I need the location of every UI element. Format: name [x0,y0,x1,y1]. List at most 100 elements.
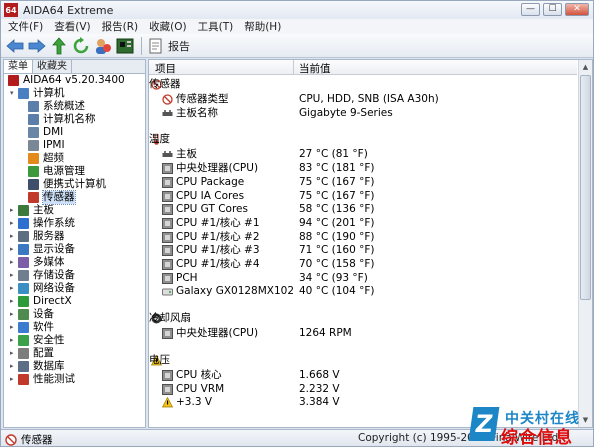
tree-item[interactable]: IPMI [4,139,145,152]
sensor-row[interactable]: CPU GT Cores 58 °C (136 °F) [149,203,577,216]
expand-arrow-icon[interactable]: ▸ [10,285,17,292]
window-title: AIDA64 Extreme [23,3,114,17]
tree-item[interactable]: 系统概述 [4,100,145,113]
tree-item[interactable]: ▸ 网络设备 [4,282,145,295]
maximize-button[interactable]: ☐ [543,3,562,16]
up-button[interactable] [49,36,69,56]
tree-item[interactable]: DMI [4,126,145,139]
sensor-row[interactable]: 中央处理器(CPU) 83 °C (181 °F) [149,162,577,175]
expand-arrow-icon[interactable]: ▸ [10,246,17,253]
scrollbar-thumb[interactable] [580,75,591,300]
forward-button[interactable] [27,36,47,56]
sensor-row[interactable]: CPU Package 75 °C (167 °F) [149,176,577,189]
tree-item[interactable]: ▸ 配置 [4,347,145,360]
section-header[interactable]: 冷却风扇 [149,312,577,325]
tree-item[interactable]: 便携式计算机 [4,178,145,191]
tree-item[interactable]: ▸ 性能测试 [4,373,145,386]
motherboard-button[interactable] [115,36,135,56]
sensor-row[interactable]: CPU #1/核心 #3 71 °C (160 °F) [149,244,577,257]
sensor-row[interactable]: CPU #1/核心 #2 88 °C (190 °F) [149,231,577,244]
expand-arrow-icon[interactable]: ▸ [10,220,17,227]
scroll-up-arrow-icon[interactable]: ▲ [579,60,592,74]
expand-arrow-icon[interactable]: ▸ [10,259,17,266]
tree-item[interactable]: 计算机名称 [4,113,145,126]
tree-item-label: 显示设备 [33,243,75,255]
expand-arrow-icon[interactable]: ▸ [10,233,17,240]
sensor-row[interactable]: CPU IA Cores 75 °C (167 °F) [149,190,577,203]
menu-file[interactable]: 文件(F) [4,19,47,34]
tree-item[interactable]: ▸ 存储设备 [4,269,145,282]
sensor-row[interactable]: 主板名称 Gigabyte 9-Series [149,107,577,120]
tab-favorites[interactable]: 收藏夹 [33,60,72,73]
refresh-icon [73,36,89,53]
tree-item[interactable]: ▸ 主板 [4,204,145,217]
back-button[interactable] [5,36,25,56]
multimedia-icon [18,257,29,268]
menu-bar: 文件(F) 查看(V) 报告(R) 收藏(O) 工具(T) 帮助(H) [1,19,593,34]
tree-item[interactable]: AIDA64 v5.20.3400 [4,74,145,87]
tree-item[interactable]: ▸ 软件 [4,321,145,334]
computer-icon [18,88,29,99]
column-header-value[interactable]: 当前值 [299,61,331,76]
navigation-panel: 菜单 收藏夹 AIDA64 v5.20.3400 ▾ 计算机 系统概述 计算机名称 DMI… [3,59,146,428]
server-icon [18,231,29,242]
sensor-row[interactable]: CPU #1/核心 #4 70 °C (158 °F) [149,258,577,271]
expand-arrow-icon[interactable]: ▸ [10,337,17,344]
user-button[interactable] [93,36,113,56]
tree-item[interactable]: 电源管理 [4,165,145,178]
expand-arrow-icon[interactable]: ▸ [10,363,17,370]
section-title: 电压 [149,353,170,366]
tree-item[interactable]: ▸ 安全性 [4,334,145,347]
column-divider[interactable] [293,60,294,74]
column-header-item[interactable]: 项目 [155,61,176,76]
menu-favorites[interactable]: 收藏(O) [145,19,190,34]
expand-arrow-icon[interactable]: ▸ [10,207,17,214]
sensor-row[interactable]: CPU 核心 1.668 V [149,369,577,382]
section-header[interactable]: 电压 [149,354,577,367]
report-button[interactable]: 报告 [148,38,190,54]
tree-item[interactable]: ▸ 设备 [4,308,145,321]
expand-arrow-icon[interactable]: ▸ [10,350,17,357]
tab-menu[interactable]: 菜单 [4,60,33,73]
tree-item[interactable]: 超频 [4,152,145,165]
section-header[interactable]: 传感器 [149,78,577,91]
section-header[interactable]: 温度 [149,133,577,146]
expand-arrow-icon[interactable]: ▸ [10,298,17,305]
tree-item[interactable]: 传感器 [4,190,145,205]
tree-item[interactable]: ▾ 计算机 [4,87,145,100]
collapse-arrow-icon[interactable]: ▾ [10,90,17,97]
config-icon [18,348,29,359]
expand-arrow-icon[interactable]: ▸ [10,376,17,383]
sensor-value: 2.232 V [299,382,340,395]
sensor-row[interactable]: CPU #1/核心 #1 94 °C (201 °F) [149,217,577,230]
menu-view[interactable]: 查看(V) [50,19,94,34]
report-label: 报告 [168,39,190,53]
expand-arrow-icon[interactable]: ▸ [10,272,17,279]
dmi-icon [28,127,39,138]
sensor-row[interactable]: PCH 34 °C (93 °F) [149,272,577,285]
sensor-row[interactable]: 传感器类型 CPU, HDD, SNB (ISA A30h) [149,93,577,106]
menu-report[interactable]: 报告(R) [98,19,143,34]
watermark-logo: Z 中关村在线 综合信息 [468,407,594,447]
expand-arrow-icon[interactable]: ▸ [10,311,17,318]
chip-icon [162,245,173,257]
close-button[interactable]: ✕ [565,3,589,16]
tree-item[interactable]: ▸ 多媒体 [4,256,145,269]
minimize-button[interactable]: — [521,3,540,16]
sensor-row[interactable]: CPU VRM 2.232 V [149,383,577,396]
tree-item[interactable]: ▸ 数据库 [4,360,145,373]
vertical-scrollbar[interactable]: ▲ ▼ [578,60,592,427]
expand-arrow-icon[interactable]: ▸ [10,324,17,331]
refresh-button[interactable] [71,36,91,56]
menu-tools[interactable]: 工具(T) [194,19,238,34]
tree-item[interactable]: ▸ 显示设备 [4,243,145,256]
sensor-row[interactable]: 主板 27 °C (81 °F) [149,148,577,161]
tree-item[interactable]: ▸ 操作系统 [4,217,145,230]
tree-item[interactable]: ▸ 服务器 [4,230,145,243]
sensor-row[interactable]: 中央处理器(CPU) 1264 RPM [149,327,577,340]
tree-item[interactable]: ▸ DirectX [4,295,145,308]
sensor-row[interactable]: Galaxy GX0128MX102 40 °C (104 °F) [149,285,577,298]
menu-help[interactable]: 帮助(H) [240,19,285,34]
tree-item-label: 操作系统 [33,217,75,229]
sensor-name: CPU 核心 [176,368,222,381]
